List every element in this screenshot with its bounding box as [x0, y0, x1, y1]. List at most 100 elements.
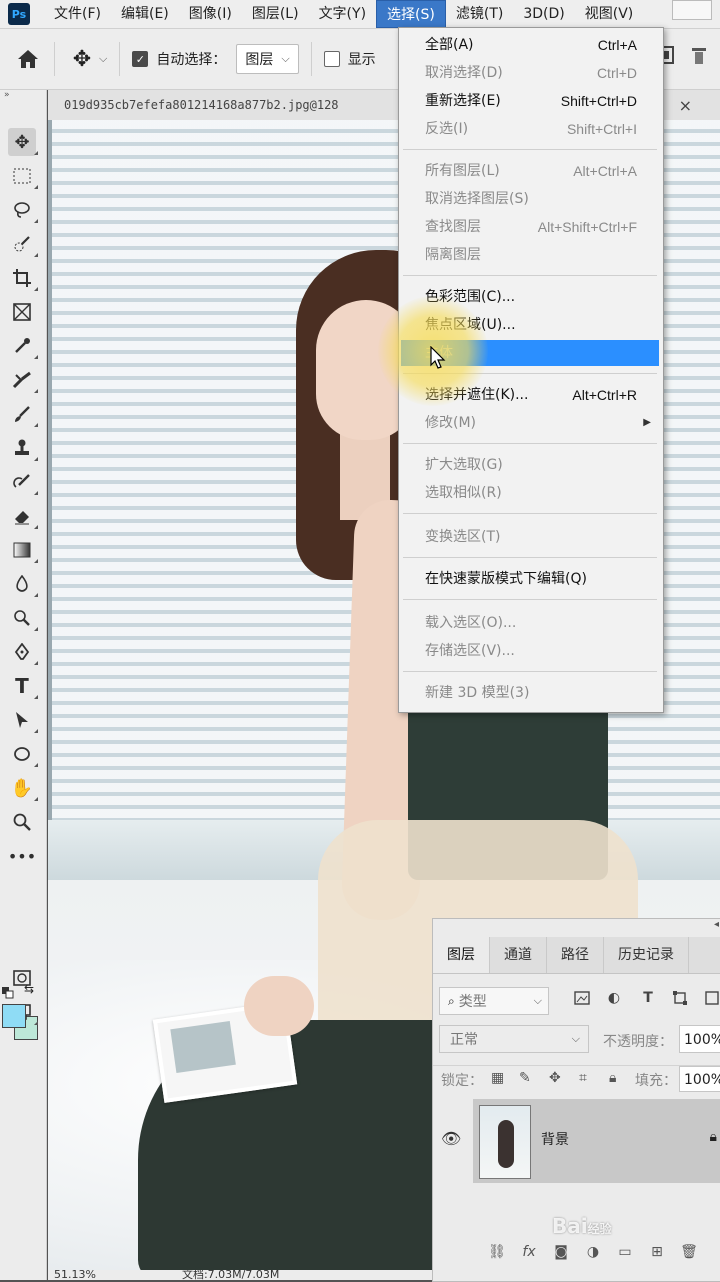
menu-3d[interactable]: 3D(D) [513, 0, 574, 28]
menu-item-all-layers[interactable]: 所有图层(L) Alt+Ctrl+A [401, 158, 659, 184]
more-tools-icon[interactable]: ••• [8, 842, 36, 870]
shape-filter-icon[interactable] [671, 989, 689, 1007]
foreground-color-swatch[interactable] [2, 1004, 26, 1028]
path-selection-tool-icon[interactable] [8, 706, 38, 734]
show-transform-checkbox[interactable] [323, 51, 340, 67]
menu-item-inverse[interactable]: 反选(I) Shift+Ctrl+I [401, 116, 659, 142]
layer-lock-icon[interactable]: 🔒︎ [710, 1129, 717, 1145]
document-tab[interactable]: 019d935cb7efefa801214168a877b2.jpg@128 [48, 98, 404, 112]
lasso-tool-icon[interactable] [8, 196, 38, 224]
home-icon[interactable] [14, 45, 42, 73]
menu-item-save-selection[interactable]: 存储选区(V)... [401, 638, 659, 664]
tab-paths[interactable]: 路径 [547, 937, 604, 973]
pen-tool-icon[interactable] [8, 638, 38, 666]
menu-item-select-all[interactable]: 全部(A) Ctrl+A [401, 32, 659, 58]
layer-filter-dropdown[interactable]: ⌕ 类型 ⌵ [439, 987, 549, 1015]
menu-edit[interactable]: 编辑(E) [111, 0, 179, 28]
menu-item-deselect-layers[interactable]: 取消选择图层(S) [401, 186, 659, 212]
delete-layer-icon[interactable]: 🗑︎ [673, 1244, 705, 1260]
new-layer-icon[interactable]: ⊞ [641, 1244, 673, 1260]
menu-type[interactable]: 文字(Y) [309, 0, 376, 28]
move-tool-icon[interactable]: ✥ [67, 45, 97, 73]
marquee-tool-icon[interactable] [8, 162, 38, 190]
history-brush-tool-icon[interactable] [8, 468, 38, 496]
lock-position-icon[interactable]: ✥ [549, 1070, 561, 1086]
brush-tool-icon[interactable] [8, 400, 38, 428]
crop-tool-icon[interactable] [8, 264, 38, 292]
zoom-level[interactable]: 51.13% [54, 1270, 96, 1280]
layer-row-background[interactable]: 背景 🔒︎ [473, 1099, 720, 1183]
fill-field[interactable]: 100% [679, 1066, 720, 1092]
menu-item-reselect[interactable]: 重新选择(E) Shift+Ctrl+D [401, 88, 659, 114]
hand-tool-icon[interactable]: ✋ [8, 774, 38, 802]
photo-subject-hand [244, 976, 314, 1036]
stamp-tool-icon[interactable] [8, 434, 38, 462]
blend-mode-dropdown[interactable]: 正常 ⌵ [439, 1025, 589, 1053]
menu-divider [403, 671, 657, 672]
pixel-filter-icon[interactable] [573, 989, 591, 1007]
ellipse-tool-icon[interactable] [8, 740, 38, 768]
new-group-icon[interactable]: ▭ [609, 1244, 641, 1260]
menu-bar: Ps 文件(F) 编辑(E) 图像(I) 图层(L) 文字(Y) 选择(S) 滤… [0, 0, 720, 29]
gradient-tool-icon[interactable] [8, 536, 38, 564]
smart-object-filter-icon[interactable] [703, 989, 720, 1007]
menu-file[interactable]: 文件(F) [44, 0, 111, 28]
menu-filter[interactable]: 滤镜(T) [446, 0, 513, 28]
frame-tool-icon[interactable] [8, 298, 36, 326]
add-mask-icon[interactable]: ◙ [545, 1244, 577, 1260]
align-top-icon[interactable] [692, 48, 706, 66]
tab-layers[interactable]: 图层 [433, 937, 490, 973]
menu-item-new-3d-model[interactable]: 新建 3D 模型(3) [401, 680, 659, 706]
watermark-text: Bai [552, 1214, 588, 1238]
menu-item-similar[interactable]: 选取相似(R) [401, 480, 659, 506]
menu-select[interactable]: 选择(S) [376, 0, 446, 28]
menu-item-label: 选取相似(R) [425, 485, 502, 501]
menu-item-modify[interactable]: 修改(M) ▶ [401, 410, 659, 436]
tools-panel: » ✥ T ✋ ••• ⇆ [0, 90, 47, 1280]
eyedropper-tool-icon[interactable] [8, 332, 38, 360]
menu-item-grow[interactable]: 扩大选取(G) [401, 452, 659, 478]
menu-image[interactable]: 图像(I) [179, 0, 242, 28]
quick-mask-icon[interactable] [8, 964, 36, 992]
auto-select-checkbox[interactable]: ✓ [132, 51, 149, 67]
opacity-field[interactable]: 100% [679, 1025, 720, 1053]
panel-menu-icon[interactable]: ◂ [714, 919, 719, 930]
auto-select-target-dropdown[interactable]: 图层 ⌵ [236, 44, 299, 74]
layer-name[interactable]: 背景 [541, 1129, 569, 1149]
type-tool-icon[interactable]: T [8, 672, 38, 700]
healing-brush-tool-icon[interactable] [8, 366, 38, 394]
type-filter-icon[interactable]: T [639, 989, 657, 1007]
menu-layer[interactable]: 图层(L) [242, 0, 309, 28]
layer-style-icon[interactable]: fx [513, 1244, 545, 1260]
lock-transparent-icon[interactable]: ▦ [491, 1070, 504, 1086]
close-icon[interactable]: × [679, 96, 692, 115]
quick-select-tool-icon[interactable] [8, 230, 38, 258]
lock-pixels-icon[interactable]: ✎ [519, 1070, 531, 1086]
tab-history[interactable]: 历史记录 [604, 937, 689, 973]
link-layers-icon[interactable]: ⛓ [481, 1244, 513, 1260]
visibility-eye-icon[interactable]: 👁︎ [441, 1129, 461, 1148]
window-control[interactable] [672, 0, 712, 20]
eraser-tool-icon[interactable] [8, 502, 38, 530]
move-tool-icon[interactable]: ✥ [8, 128, 38, 156]
chevron-down-icon[interactable]: ⌵ [99, 52, 107, 66]
menu-item-find-layers[interactable]: 查找图层 Alt+Shift+Ctrl+F [401, 214, 659, 240]
menu-item-transform-selection[interactable]: 变换选区(T) [401, 524, 659, 550]
collapse-icon[interactable]: » [4, 90, 10, 100]
menu-item-load-selection[interactable]: 载入选区(O)... [401, 610, 659, 636]
adjustment-filter-icon[interactable]: ◐ [605, 989, 623, 1007]
adjustment-layer-icon[interactable]: ◑ [577, 1244, 609, 1260]
menu-item-isolate-layers[interactable]: 隔离图层 [401, 242, 659, 268]
menu-view[interactable]: 视图(V) [575, 0, 644, 28]
lock-row: 锁定： ▦ ✎ ✥ ⌗ 🔒︎ 填充： 100% [433, 1065, 720, 1094]
dodge-tool-icon[interactable] [8, 604, 38, 632]
zoom-tool-icon[interactable] [8, 808, 36, 836]
lock-artboard-icon[interactable]: ⌗ [579, 1070, 587, 1086]
menu-item-label: 载入选区(O)... [425, 615, 517, 631]
tab-channels[interactable]: 通道 [490, 937, 547, 973]
blur-tool-icon[interactable] [8, 570, 38, 598]
menu-item-label: 新建 3D 模型(3) [425, 685, 530, 701]
menu-item-quick-mask[interactable]: 在快速蒙版模式下编辑(Q) [401, 566, 659, 592]
lock-all-icon[interactable]: 🔒︎ [609, 1070, 616, 1086]
menu-item-deselect[interactable]: 取消选择(D) Ctrl+D [401, 60, 659, 86]
